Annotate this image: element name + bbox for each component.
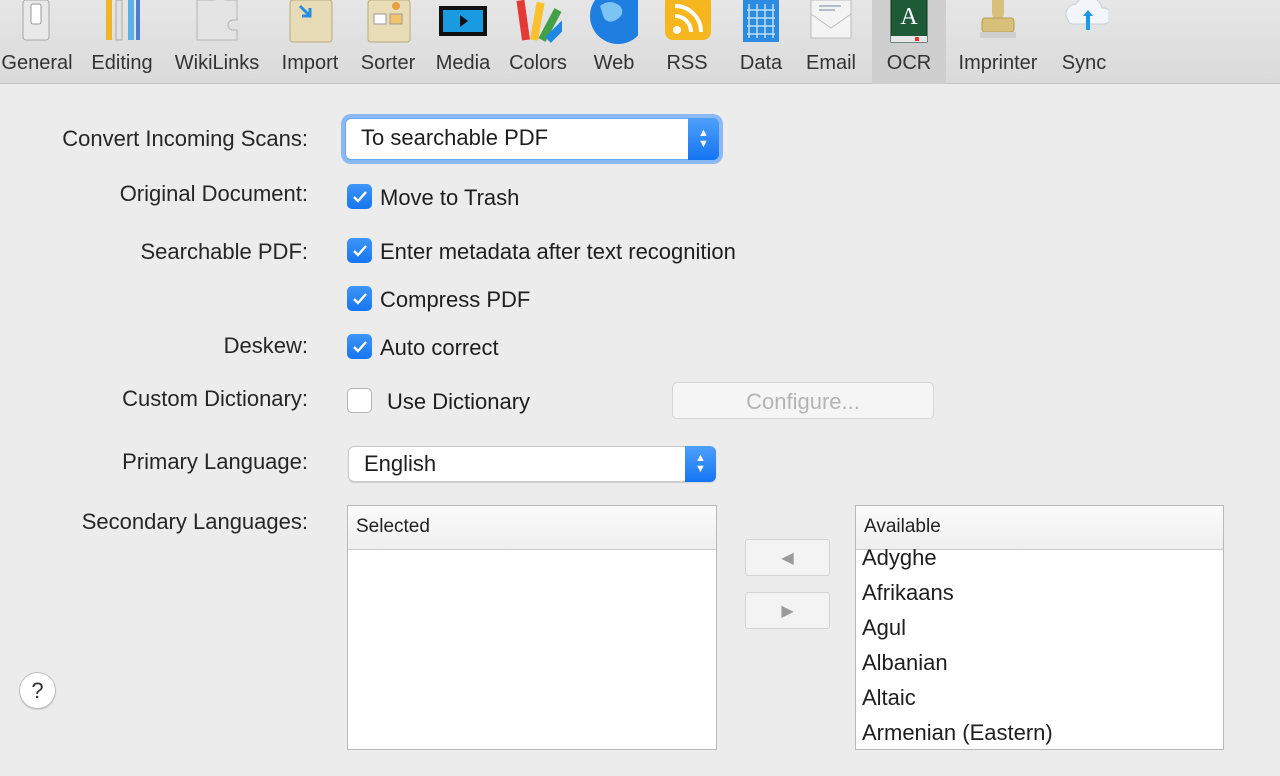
configure-button[interactable]: Configure...: [672, 382, 934, 419]
list-item[interactable]: Armenian (Eastern): [856, 715, 1223, 749]
deskew-label: Deskew:: [223, 333, 308, 358]
toolbar-item-media[interactable]: Media: [430, 0, 496, 84]
toolbar-label: Imprinter: [958, 52, 1038, 74]
globe-icon: [590, 0, 638, 44]
compress-pdf-label[interactable]: Compress PDF: [380, 287, 530, 313]
checkmark-icon: [352, 340, 367, 353]
enter-metadata-checkbox[interactable]: [347, 238, 372, 263]
stamp-icon: [974, 0, 1022, 44]
toolbar-item-sorter[interactable]: Sorter: [354, 0, 422, 84]
ocr-icon: A: [885, 0, 933, 44]
sorter-icon: [364, 0, 412, 44]
list-item[interactable]: Adyghe: [856, 540, 1223, 575]
add-language-button[interactable]: ▶: [745, 592, 830, 629]
move-to-trash-checkbox[interactable]: [347, 184, 372, 209]
secondary-languages-label: Secondary Languages:: [81, 509, 308, 534]
list-item[interactable]: Albanian: [856, 645, 1223, 680]
selected-column-header[interactable]: Selected: [348, 506, 716, 550]
toolbar-label: Media: [435, 52, 491, 74]
move-to-trash-label[interactable]: Move to Trash: [380, 185, 519, 211]
primary-language-label: Primary Language:: [122, 449, 308, 474]
selected-languages-list[interactable]: Selected: [347, 505, 717, 750]
compress-pdf-checkbox[interactable]: [347, 286, 372, 311]
toolbar-label: OCR: [886, 52, 932, 74]
toolbar-label: Data: [739, 52, 783, 74]
cloud-sync-icon: [1060, 0, 1108, 44]
list-item[interactable]: Altaic: [856, 680, 1223, 715]
toolbar-item-editing[interactable]: Editing: [86, 0, 158, 84]
import-icon: [286, 0, 334, 44]
use-dictionary-checkbox[interactable]: [347, 388, 372, 413]
preferences-toolbar: General Editing WikiLinks Import Sorter …: [0, 0, 1280, 84]
pencils-icon: [98, 0, 146, 44]
convert-scans-popup[interactable]: To searchable PDF ▲ ▼: [345, 118, 719, 160]
toolbar-item-general[interactable]: General: [0, 0, 74, 84]
convert-scans-value: To searchable PDF: [361, 125, 549, 150]
toolbar-label: WikiLinks: [174, 52, 260, 74]
remove-language-button[interactable]: ◀: [745, 539, 830, 576]
toolbar-label: General: [1, 52, 73, 74]
toolbar-item-sync[interactable]: Sync: [1054, 0, 1114, 84]
toolbar-label: RSS: [666, 52, 708, 74]
toolbar-label: Web: [593, 52, 635, 74]
spreadsheet-icon: [737, 0, 785, 44]
toolbar-item-web[interactable]: Web: [582, 0, 646, 84]
auto-correct-label[interactable]: Auto correct: [380, 335, 499, 361]
toolbar-label: Sync: [1061, 52, 1107, 74]
toolbar-item-colors[interactable]: Colors: [504, 0, 572, 84]
popup-stepper-icon: ▲ ▼: [685, 446, 716, 482]
convert-scans-label: Convert Incoming Scans:: [62, 126, 308, 151]
auto-correct-checkbox[interactable]: [347, 334, 372, 359]
primary-language-value: English: [364, 451, 437, 476]
switch-icon: [13, 0, 61, 44]
puzzle-icon: [193, 0, 241, 44]
help-button[interactable]: ?: [19, 672, 56, 709]
toolbar-item-ocr[interactable]: A OCR: [872, 0, 946, 84]
toolbar-label: Sorter: [360, 52, 416, 74]
primary-language-popup[interactable]: English ▲ ▼: [348, 446, 716, 482]
checkmark-icon: [352, 292, 367, 305]
checkmark-icon: [352, 190, 367, 203]
color-swatches-icon: [514, 0, 562, 44]
media-icon: [439, 0, 487, 44]
list-item[interactable]: Afrikaans: [856, 575, 1223, 610]
toolbar-item-wikilinks[interactable]: WikiLinks: [170, 0, 264, 84]
svg-text:A: A: [900, 4, 918, 30]
available-languages-list[interactable]: Available Adyghe Afrikaans Agul Albanian…: [855, 505, 1224, 750]
envelope-icon: [807, 0, 855, 44]
searchable-pdf-label: Searchable PDF:: [140, 239, 308, 264]
toolbar-label: Email: [805, 52, 856, 74]
use-dictionary-label[interactable]: Use Dictionary: [387, 389, 530, 415]
list-item[interactable]: Agul: [856, 610, 1223, 645]
triangle-right-icon: ▶: [781, 602, 794, 620]
custom-dictionary-label: Custom Dictionary:: [122, 386, 308, 411]
popup-stepper-icon: ▲ ▼: [688, 118, 719, 160]
checkmark-icon: [352, 244, 367, 257]
toolbar-item-imprinter[interactable]: Imprinter: [952, 0, 1044, 84]
toolbar-item-import[interactable]: Import: [274, 0, 346, 84]
triangle-left-icon: ◀: [781, 549, 794, 567]
toolbar-label: Editing: [91, 52, 153, 74]
toolbar-label: Colors: [509, 52, 567, 74]
toolbar-item-email[interactable]: Email: [800, 0, 862, 84]
toolbar-item-rss[interactable]: RSS: [656, 0, 718, 84]
enter-metadata-label[interactable]: Enter metadata after text recognition: [380, 239, 736, 265]
rss-icon: [663, 0, 711, 44]
original-document-label: Original Document:: [119, 181, 308, 206]
toolbar-item-data[interactable]: Data: [730, 0, 792, 84]
toolbar-label: Import: [281, 52, 339, 74]
